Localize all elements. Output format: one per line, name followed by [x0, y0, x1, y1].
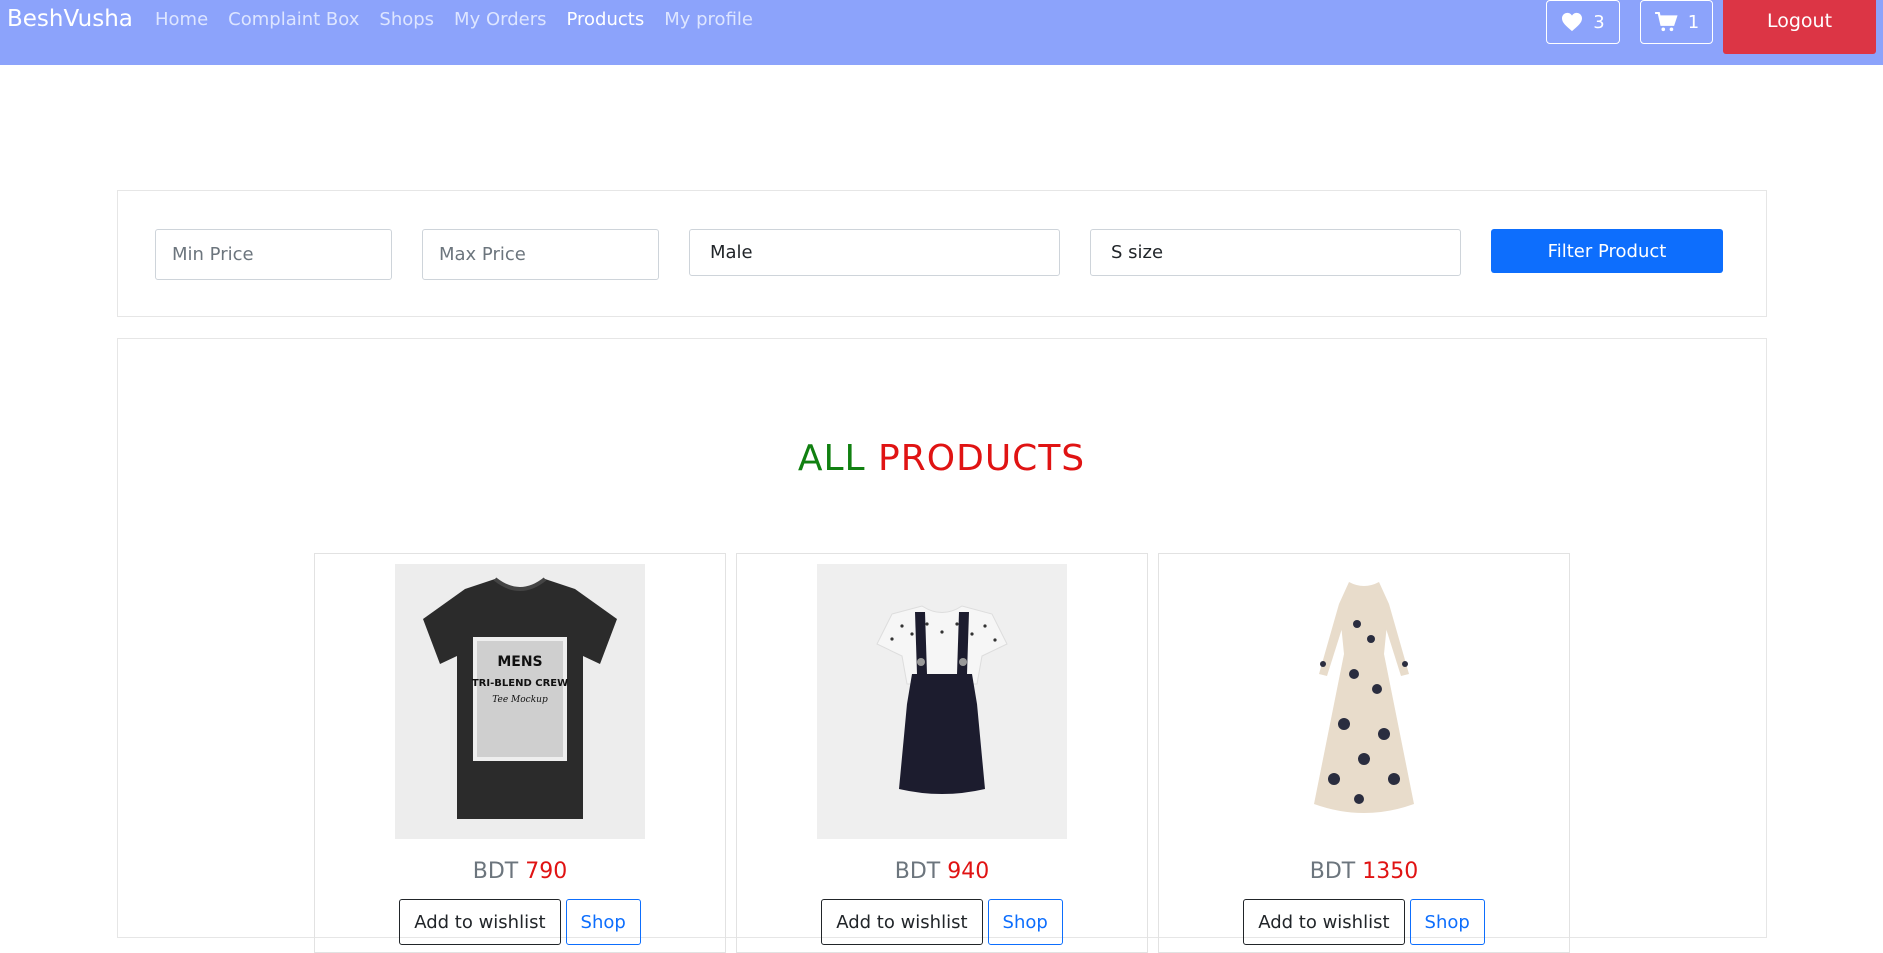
add-to-wishlist-button[interactable]: Add to wishlist	[399, 899, 561, 945]
nav-link-home[interactable]: Home	[155, 9, 208, 30]
size-select[interactable]: S size	[1090, 229, 1461, 276]
add-to-wishlist-button[interactable]: Add to wishlist	[1243, 899, 1405, 945]
product-actions: Add to wishlist Shop	[315, 899, 725, 945]
nav-link-complaint-box[interactable]: Complaint Box	[228, 9, 359, 30]
add-to-wishlist-button[interactable]: Add to wishlist	[821, 899, 983, 945]
page-title: ALL PRODUCTS	[0, 438, 1883, 479]
max-price-input[interactable]	[422, 229, 659, 280]
price-amount: 1350	[1362, 859, 1419, 884]
svg-text:Tee Mockup: Tee Mockup	[492, 695, 548, 705]
nav-link-shops[interactable]: Shops	[379, 9, 434, 30]
wishlist-count: 3	[1593, 11, 1605, 33]
gender-select[interactable]: Male	[689, 229, 1060, 276]
product-actions: Add to wishlist Shop	[1159, 899, 1569, 945]
size-select-value: S size	[1111, 242, 1164, 263]
shop-button[interactable]: Shop	[1409, 899, 1485, 945]
heading-part-products: PRODUCTS	[878, 438, 1086, 479]
cart-count: 1	[1687, 11, 1700, 33]
shop-button[interactable]: Shop	[565, 899, 641, 945]
heading-part-all: ALL	[797, 438, 866, 479]
nav-link-my-profile[interactable]: My profile	[664, 9, 753, 30]
logout-button[interactable]: Logout	[1723, 0, 1876, 54]
cart-icon	[1654, 12, 1678, 32]
product-price: BDT 940	[737, 859, 1147, 884]
nav-link-products[interactable]: Products	[566, 9, 644, 30]
heart-icon	[1561, 12, 1583, 32]
price-amount: 940	[947, 859, 990, 884]
product-card: BDT 940 Add to wishlist Shop	[736, 553, 1148, 953]
navbar: BeshVusha Home Complaint Box Shops My Or…	[0, 0, 1883, 65]
min-price-input[interactable]	[155, 229, 392, 280]
product-image-floral-dress[interactable]	[1239, 564, 1489, 839]
gender-select-value: Male	[710, 242, 753, 263]
shop-button[interactable]: Shop	[987, 899, 1063, 945]
svg-text:TRI-BLEND CREW: TRI-BLEND CREW	[472, 678, 568, 689]
product-price: BDT 790	[315, 859, 725, 884]
price-currency: BDT	[1309, 859, 1356, 884]
product-image-pinafore[interactable]	[817, 564, 1067, 839]
brand-logo[interactable]: BeshVusha	[7, 6, 133, 32]
nav-link-my-orders[interactable]: My Orders	[454, 9, 546, 30]
product-price: BDT 1350	[1159, 859, 1569, 884]
product-image-tshirt[interactable]: MENS TRI-BLEND CREW Tee Mockup	[395, 564, 645, 839]
price-currency: BDT	[894, 859, 941, 884]
product-card: BDT 1350 Add to wishlist Shop	[1158, 553, 1570, 953]
product-card: MENS TRI-BLEND CREW Tee Mockup BDT 790 A…	[314, 553, 726, 953]
product-actions: Add to wishlist Shop	[737, 899, 1147, 945]
price-amount: 790	[525, 859, 568, 884]
wishlist-button[interactable]: 3	[1546, 0, 1620, 44]
cart-button[interactable]: 1	[1640, 0, 1713, 44]
price-currency: BDT	[472, 859, 519, 884]
filter-product-button[interactable]: Filter Product	[1491, 229, 1723, 273]
nav-links: Home Complaint Box Shops My Orders Produ…	[155, 9, 753, 30]
svg-text:MENS: MENS	[497, 654, 542, 670]
